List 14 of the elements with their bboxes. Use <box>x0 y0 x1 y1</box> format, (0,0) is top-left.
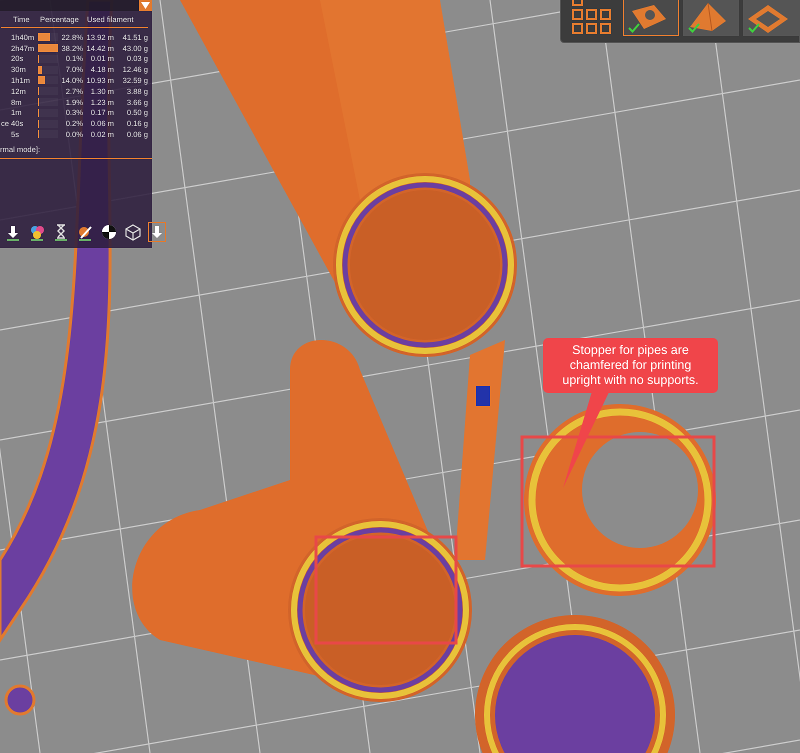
model-thumbnail[interactable] <box>683 0 739 36</box>
toolbar-button[interactable] <box>148 222 166 242</box>
color-dots-icon <box>29 224 45 240</box>
dropdown-button[interactable] <box>139 0 152 11</box>
model-thumbnail[interactable] <box>743 0 799 36</box>
cube-icon <box>125 224 141 240</box>
arrow-down-icon <box>5 224 21 240</box>
toolbar-button[interactable] <box>52 222 70 242</box>
toolbar-button[interactable] <box>100 222 118 242</box>
half-circle-icon <box>101 224 117 240</box>
model-thumbnail[interactable] <box>623 0 679 36</box>
hourglass-icon <box>53 224 69 240</box>
triangle-down-icon <box>141 2 150 9</box>
pencil-icon <box>77 224 93 240</box>
